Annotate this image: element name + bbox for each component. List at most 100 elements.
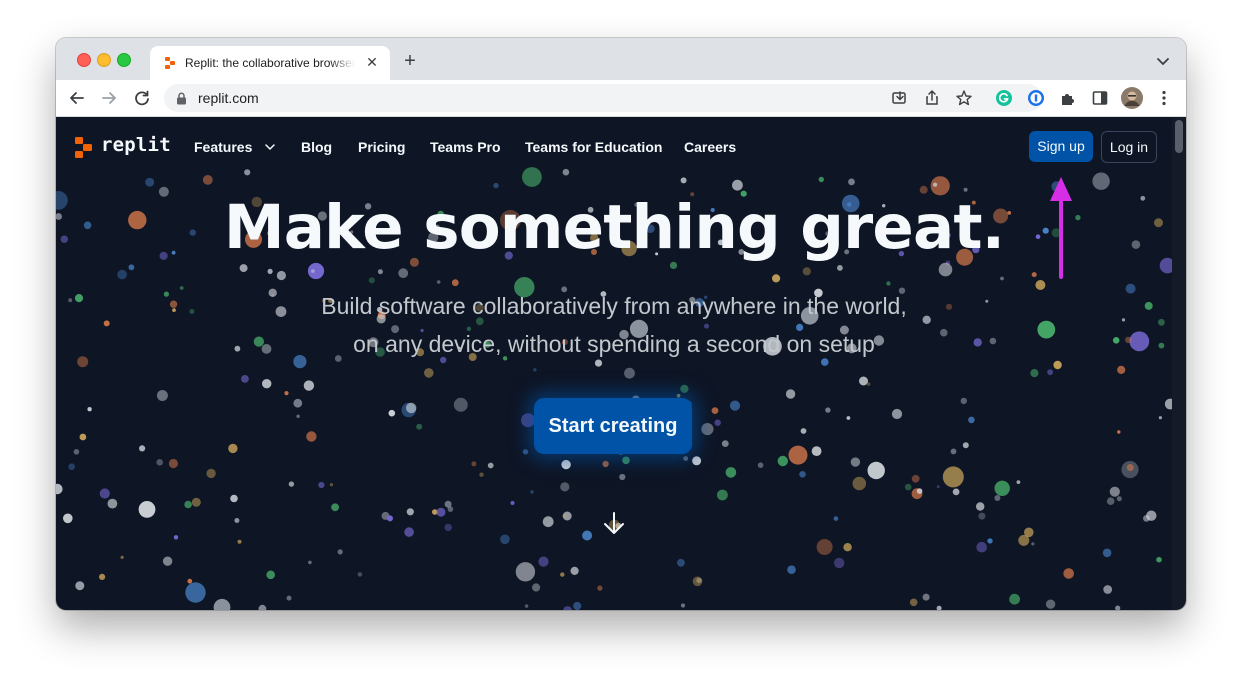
particle-dot	[479, 472, 484, 477]
particle-dot	[711, 407, 719, 414]
replit-logo-text[interactable]: replit	[101, 134, 171, 156]
back-icon[interactable]	[68, 89, 86, 107]
particle-dot	[976, 502, 985, 511]
particle-dot	[843, 543, 852, 552]
particle-dot	[237, 539, 242, 544]
particle-dot	[293, 398, 303, 408]
hero-subtitle-line-2: on any device, without spending a second…	[353, 331, 875, 357]
particle-dot	[850, 457, 861, 467]
onepassword-icon[interactable]	[1027, 89, 1045, 107]
address-bar[interactable]: replit.com	[164, 84, 1042, 112]
particle-dot	[1063, 568, 1074, 579]
particle-dot	[624, 367, 635, 379]
particle-dot	[1146, 510, 1157, 521]
particle-dot	[436, 280, 441, 284]
particle-dot	[145, 177, 155, 187]
particle-dot	[1030, 369, 1039, 378]
page-scrollbar[interactable]	[1172, 117, 1186, 610]
tab-search-chevron-icon[interactable]	[1156, 54, 1170, 68]
install-icon[interactable]	[891, 89, 909, 107]
particle-dot	[447, 506, 454, 512]
particle-dot	[904, 483, 912, 491]
particle-dot	[677, 558, 685, 567]
particle-dot	[788, 445, 808, 465]
particle-dot	[602, 460, 609, 468]
nav-blog[interactable]: Blog	[301, 139, 332, 155]
particle-dot	[562, 168, 570, 176]
particle-dot	[563, 606, 573, 610]
particle-dot	[234, 518, 240, 523]
particle-dot	[987, 538, 993, 544]
nav-teams-pro[interactable]: Teams Pro	[430, 139, 501, 155]
particle-dot	[562, 514, 567, 519]
nav-careers[interactable]: Careers	[684, 139, 736, 155]
lock-icon[interactable]	[176, 92, 187, 105]
tab-close-icon[interactable]: ✕	[364, 54, 380, 70]
extensions-icon[interactable]	[1059, 89, 1077, 107]
new-tab-button[interactable]: +	[401, 51, 419, 71]
particle-dot	[799, 471, 806, 478]
particle-dot	[825, 407, 831, 413]
particle-dot	[994, 480, 1010, 496]
particle-dot	[173, 535, 179, 540]
side-panel-icon[interactable]	[1091, 89, 1109, 107]
particle-dot	[1016, 480, 1021, 484]
replit-logo-icon[interactable]	[74, 137, 94, 159]
particle-dot	[73, 449, 80, 455]
close-window-button[interactable]	[77, 53, 91, 67]
particle-dot	[886, 281, 891, 286]
particle-dot	[1106, 497, 1115, 506]
particle-dot	[515, 562, 536, 582]
particle-dot	[117, 269, 127, 280]
particle-dot	[911, 474, 920, 483]
scrollbar-thumb[interactable]	[1175, 120, 1183, 153]
login-button[interactable]: Log in	[1101, 131, 1157, 163]
nav-features[interactable]: Features	[194, 139, 275, 155]
particle-dot	[800, 428, 807, 434]
particle-dot	[962, 442, 969, 449]
particle-dot	[1103, 585, 1113, 594]
particle-dot	[732, 179, 743, 191]
forward-icon[interactable]	[100, 89, 118, 107]
particle-dot	[538, 556, 549, 567]
menu-icon[interactable]	[1155, 89, 1173, 107]
particle-dot	[692, 576, 703, 587]
particle-dot	[950, 448, 957, 455]
particle-dot	[296, 414, 300, 418]
particle-dot	[162, 556, 173, 566]
nav-teams-for-education[interactable]: Teams for Education	[525, 139, 662, 155]
particle-dot	[933, 182, 938, 187]
bookmark-star-icon[interactable]	[955, 89, 973, 107]
browser-tab[interactable]: Replit: the collaborative browser based …	[150, 46, 390, 80]
nav-pricing[interactable]: Pricing	[358, 139, 405, 155]
share-icon[interactable]	[923, 89, 941, 107]
particle-dot	[103, 320, 110, 327]
particle-dot	[787, 565, 796, 574]
minimize-window-button[interactable]	[97, 53, 111, 67]
reload-icon[interactable]	[133, 89, 151, 107]
particle-dot	[570, 566, 579, 575]
url-text[interactable]: replit.com	[198, 90, 259, 106]
particle-dot	[1031, 542, 1035, 546]
particle-dot	[811, 446, 822, 456]
particle-dot	[1117, 365, 1126, 374]
particle-dot	[357, 572, 363, 577]
grammarly-icon[interactable]	[995, 89, 1013, 107]
start-creating-button[interactable]: Start creating	[534, 398, 692, 454]
particle-dot	[777, 455, 788, 467]
signup-button[interactable]: Sign up	[1029, 131, 1093, 162]
scroll-down-arrow-icon[interactable]	[602, 511, 626, 537]
particle-dot	[239, 264, 248, 273]
zoom-window-button[interactable]	[117, 53, 131, 67]
particle-dot	[230, 494, 238, 503]
particle-dot	[107, 498, 118, 509]
particle-dot	[785, 389, 796, 399]
particle-dot	[859, 376, 868, 386]
particle-dot	[542, 516, 554, 528]
particle-dot	[560, 482, 570, 492]
profile-avatar[interactable]	[1121, 87, 1143, 109]
particle-dot	[978, 512, 986, 520]
browser-toolbar: replit.com	[56, 80, 1186, 117]
particle-dot	[821, 358, 829, 366]
particle-dot	[968, 416, 975, 424]
